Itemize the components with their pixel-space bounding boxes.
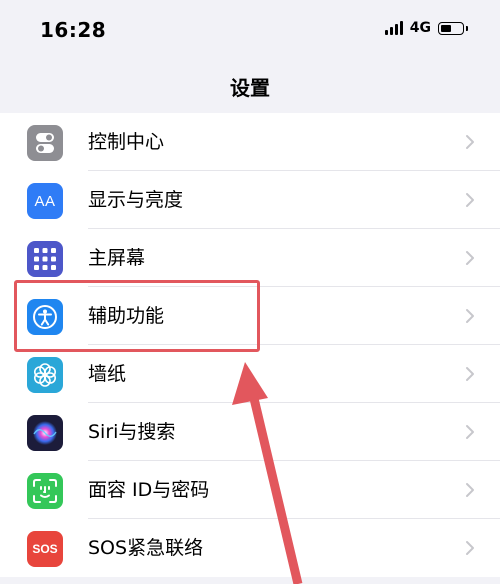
chevron-right-icon xyxy=(466,251,474,265)
chevron-right-icon xyxy=(466,541,474,555)
chevron-right-icon xyxy=(466,309,474,323)
highlight-box xyxy=(14,280,260,352)
settings-row-wallpaper[interactable]: 墙纸 xyxy=(0,345,500,403)
settings-row-label: 面容 ID与密码 xyxy=(88,479,210,501)
sos-icon: SOS xyxy=(27,531,63,567)
settings-row-label: 墙纸 xyxy=(88,363,127,385)
chevron-right-icon xyxy=(466,483,474,497)
cellular-signal-icon xyxy=(384,21,403,35)
status-bar: 16:28 4G xyxy=(0,0,500,60)
settings-row-label: 主屏幕 xyxy=(88,247,146,269)
settings-row-label: Siri与搜索 xyxy=(88,421,176,443)
settings-screen: 16:28 4G 设置 控制中心 AA 显示与亮度 主屏幕 辅助功能 墙纸 Si… xyxy=(0,0,500,584)
chevron-right-icon xyxy=(466,193,474,207)
status-indicators: 4G xyxy=(384,20,468,36)
battery-icon xyxy=(438,21,468,35)
settings-row-face-id-passcode[interactable]: 面容 ID与密码 xyxy=(0,461,500,519)
settings-row-label: 显示与亮度 xyxy=(88,189,184,211)
wallpaper-icon xyxy=(27,357,63,393)
settings-row-display-brightness[interactable]: AA 显示与亮度 xyxy=(0,171,500,229)
siri-icon xyxy=(27,415,63,451)
settings-row-home-screen[interactable]: 主屏幕 xyxy=(0,229,500,287)
chevron-right-icon xyxy=(466,367,474,381)
chevron-right-icon xyxy=(466,135,474,149)
display-brightness-icon: AA xyxy=(27,183,63,219)
settings-row-siri-search[interactable]: Siri与搜索 xyxy=(0,403,500,461)
home-screen-icon xyxy=(27,241,63,277)
settings-row-label: SOS紧急联络 xyxy=(88,537,204,559)
control-center-icon xyxy=(27,125,63,161)
chevron-right-icon xyxy=(466,425,474,439)
network-type: 4G xyxy=(409,20,431,36)
status-time: 16:28 xyxy=(40,18,107,42)
settings-row-emergency-sos[interactable]: SOS SOS紧急联络 xyxy=(0,519,500,577)
settings-row-label: 控制中心 xyxy=(88,131,165,153)
settings-row-control-center[interactable]: 控制中心 xyxy=(0,113,500,171)
page-title: 设置 xyxy=(230,76,270,100)
face-id-icon xyxy=(27,473,63,509)
